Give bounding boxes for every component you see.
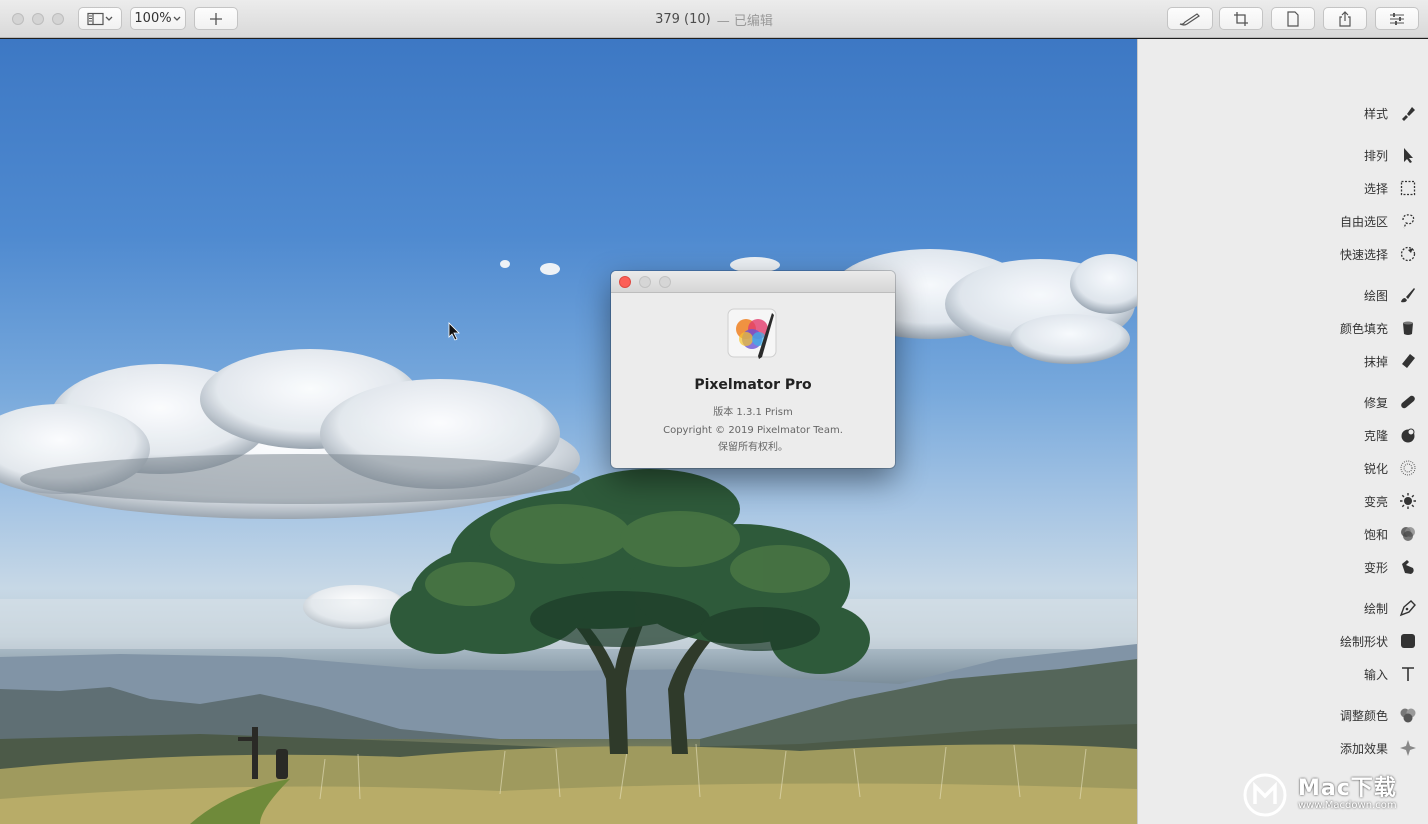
tool-effects[interactable]: 添加效果 [1340,736,1418,760]
sliders-icon [1390,12,1404,25]
tool-label: 克隆 [1363,428,1388,443]
minimize-window-button[interactable] [32,13,44,25]
plus-icon [210,12,222,25]
zoom-select[interactable]: 100% [130,7,186,30]
mouse-cursor-icon [448,322,460,341]
quick-select-icon [1398,244,1418,264]
pen-nib-icon [1398,598,1418,618]
rect-select-icon [1398,178,1418,198]
bandage-icon [1398,392,1418,412]
tool-label: 绘图 [1363,288,1388,303]
text-t-icon [1398,664,1418,684]
document-icon [1287,10,1299,27]
style-brush-icon [1398,103,1418,123]
dialog-close-button[interactable] [619,276,631,288]
tool-label: 自由选区 [1339,214,1388,229]
tool-paint[interactable]: 绘图 [1364,283,1418,307]
brush-tools-icon [1179,12,1200,26]
tool-sharpen[interactable]: 锐化 [1364,456,1418,480]
pixelmator-app-icon [727,308,777,359]
tool-type[interactable]: 输入 [1364,662,1418,686]
watermark: Mac下载 www.Macdown.com [1242,772,1397,818]
copyright-text: Copyright © 2019 Pixelmator Team. [663,425,843,436]
dialog-zoom-button [659,276,671,288]
dialog-titlebar [611,271,895,293]
saturate-icon [1398,524,1418,544]
tool-arrange[interactable]: 排列 [1364,143,1418,167]
tool-select[interactable]: 选择 [1364,176,1418,200]
tools-sidebar: 样式 排列 选择 自由选区 快速选择 绘图 颜色填充 抹掉 修复 克隆 锐化 变… [1137,39,1428,824]
edited-status: — 已编辑 [716,13,773,29]
document-name: 379 (10) [655,11,711,27]
clone-icon [1398,425,1418,445]
chevron-down-icon [173,16,181,21]
add-button[interactable] [194,7,238,30]
tool-label: 饱和 [1363,527,1388,542]
macdown-logo-icon [1243,773,1287,817]
landscape-photo [0,249,1137,824]
paint-bucket-icon [1398,318,1418,338]
tool-label: 绘制形状 [1339,634,1388,649]
tool-warp[interactable]: 变形 [1364,555,1418,579]
window-toolbar: 100% 379 (10) — 已编辑 [0,0,1428,38]
tool-fill[interactable]: 颜色填充 [1340,316,1418,340]
eraser-icon [1398,351,1418,371]
warp-hand-icon [1398,557,1418,577]
rights-text: 保留所有权利。 [718,442,788,453]
tool-label: 样式 [1363,106,1388,121]
document-button[interactable] [1271,7,1315,30]
tool-erase[interactable]: 抹掉 [1364,349,1418,373]
zoom-window-button[interactable] [52,13,64,25]
sharpen-icon [1398,458,1418,478]
tools-button[interactable] [1167,7,1213,30]
app-name: Pixelmator Pro [694,377,812,393]
tool-lasso[interactable]: 自由选区 [1340,209,1418,233]
tool-label: 绘制 [1363,601,1388,616]
tool-label: 抹掉 [1363,354,1388,369]
tool-label: 变形 [1363,560,1388,575]
tool-label: 变亮 [1363,494,1388,509]
tool-quick-select[interactable]: 快速选择 [1340,242,1418,266]
watermark-brand: Mac下载 [1298,776,1397,801]
sidebar-view-icon [87,12,113,25]
tool-clone[interactable]: 克隆 [1364,423,1418,447]
tool-label: 快速选择 [1339,247,1388,262]
about-dialog: Pixelmator Pro 版本 1.3.1 Prism Copyright … [611,271,895,468]
share-button[interactable] [1323,7,1367,30]
tool-label: 颜色填充 [1339,321,1388,336]
tool-draw[interactable]: 绘制 [1364,596,1418,620]
tool-saturate[interactable]: 饱和 [1364,522,1418,546]
tool-shape[interactable]: 绘制形状 [1340,629,1418,653]
dialog-minimize-button [639,276,651,288]
tool-label: 排列 [1363,148,1388,163]
tool-label: 添加效果 [1339,741,1388,756]
crop-button[interactable] [1219,7,1263,30]
effects-star-icon [1398,738,1418,758]
sidebar-toggle-button[interactable] [78,7,122,30]
arrow-pointer-icon [1398,145,1418,165]
share-icon [1339,10,1351,27]
zoom-value: 100% [134,11,172,26]
sun-icon [1398,491,1418,511]
image-canvas[interactable] [0,39,1137,824]
tool-label: 选择 [1363,181,1388,196]
tool-label: 锐化 [1363,461,1388,476]
app-version: 版本 1.3.1 Prism [713,407,793,418]
paint-brush-icon [1398,285,1418,305]
color-adjust-icon [1398,705,1418,725]
tool-style[interactable]: 样式 [1364,101,1418,125]
shape-square-icon [1398,631,1418,651]
tool-lighten[interactable]: 变亮 [1364,489,1418,513]
tool-label: 修复 [1363,395,1388,410]
tool-repair[interactable]: 修复 [1364,390,1418,414]
watermark-url: www.Macdown.com [1298,800,1397,811]
tool-label: 输入 [1363,667,1388,682]
adjustments-button[interactable] [1375,7,1419,30]
crop-icon [1234,11,1248,26]
tool-color-adjust[interactable]: 调整颜色 [1340,703,1418,727]
close-window-button[interactable] [12,13,24,25]
lasso-icon [1398,211,1418,231]
tool-label: 调整颜色 [1339,708,1388,723]
